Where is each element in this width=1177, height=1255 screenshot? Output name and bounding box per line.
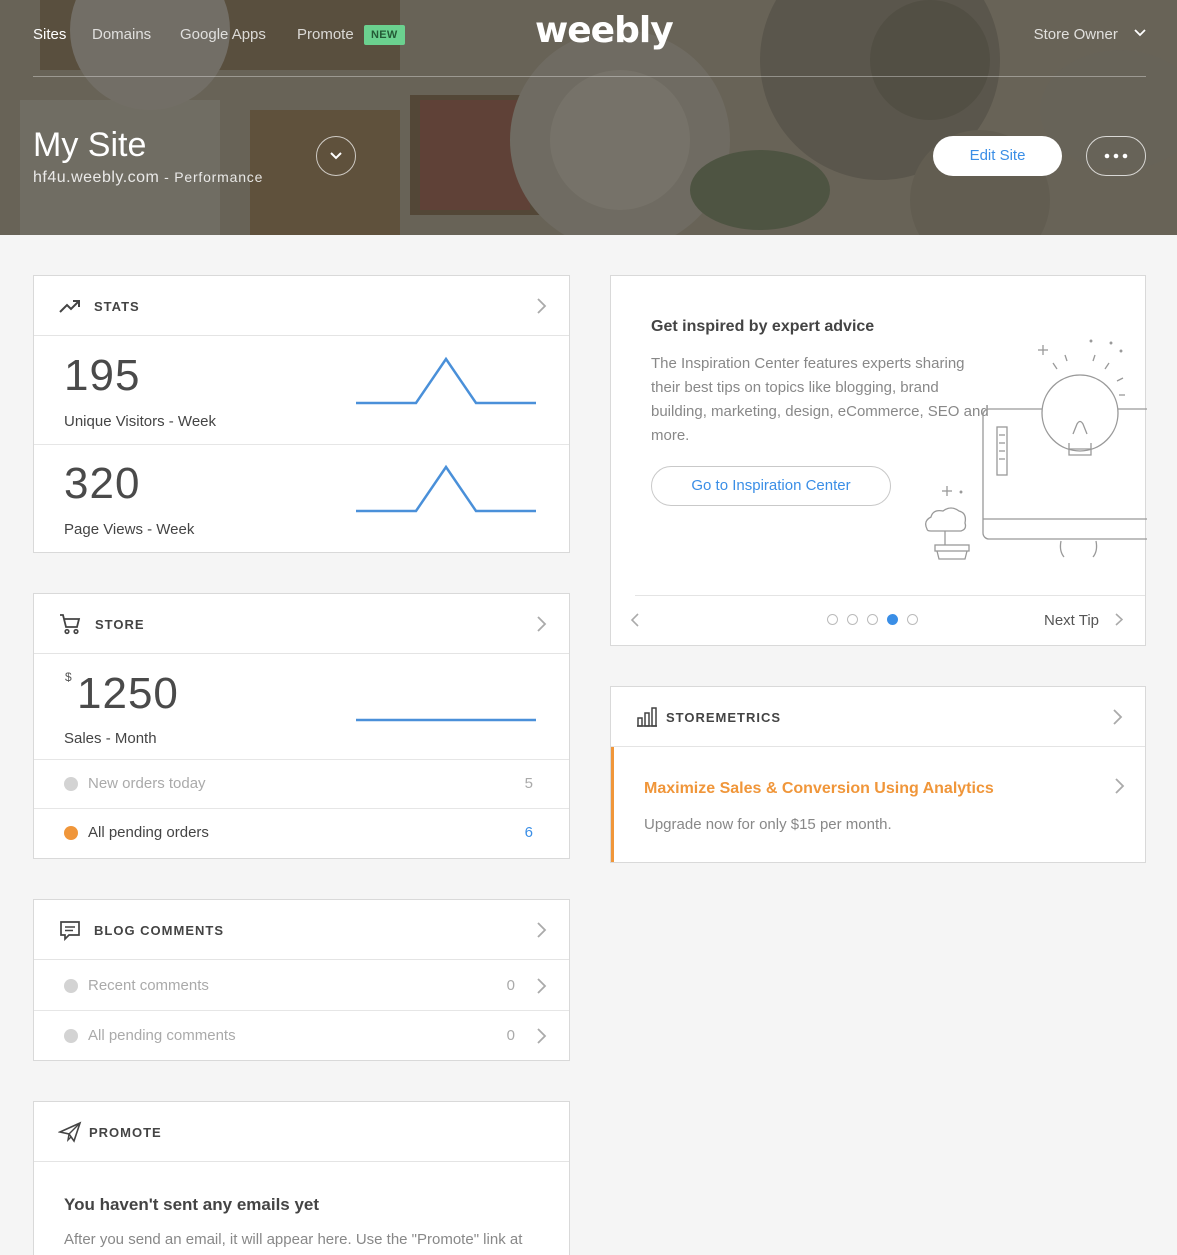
pager-dot[interactable] xyxy=(827,614,838,625)
divider xyxy=(635,595,1145,596)
stats-card-header[interactable]: STATS xyxy=(34,276,569,336)
status-dot xyxy=(64,777,78,791)
sales-sparkline xyxy=(356,718,536,722)
page-views-sparkline xyxy=(356,464,536,513)
pager-dot[interactable] xyxy=(847,614,858,625)
recent-comments-count: 0 xyxy=(506,977,515,994)
currency-symbol: $ xyxy=(65,670,72,684)
shopping-cart-icon xyxy=(60,614,81,635)
status-dot xyxy=(64,826,78,840)
account-menu[interactable]: Store Owner xyxy=(1034,26,1146,43)
chevron-right-icon xyxy=(537,298,547,314)
trending-up-icon xyxy=(59,300,80,313)
site-plan: Performance xyxy=(174,169,264,185)
site-plan-separator: - xyxy=(159,169,175,185)
ellipsis-icon xyxy=(1104,153,1128,159)
store-title: STORE xyxy=(95,617,145,632)
promote-empty-heading: You haven't sent any emails yet xyxy=(64,1195,320,1214)
page-views-value: 320 xyxy=(64,459,141,508)
edit-site-button[interactable]: Edit Site xyxy=(933,136,1062,176)
nav-google-apps[interactable]: Google Apps xyxy=(180,26,266,43)
site-switcher-button[interactable] xyxy=(316,136,356,176)
storemetrics-promo-subtitle: Upgrade now for only $15 per month. xyxy=(644,816,892,833)
site-title: My Site xyxy=(33,126,147,164)
chevron-right-icon xyxy=(1115,778,1125,794)
previous-tip-icon[interactable] xyxy=(630,613,640,627)
chevron-right-icon xyxy=(537,616,547,632)
chevron-right-icon xyxy=(537,922,547,938)
unique-visitors-sparkline xyxy=(356,356,536,405)
bar-chart-icon xyxy=(637,707,657,727)
pending-orders-label: All pending orders xyxy=(88,824,209,841)
chevron-down-icon xyxy=(1134,29,1146,37)
lightbulb-computer-illustration xyxy=(925,339,1147,560)
pager-dot[interactable] xyxy=(907,614,918,625)
inspiration-title: Get inspired by expert advice xyxy=(651,318,875,335)
divider xyxy=(34,444,569,445)
blog-comments-card-header[interactable]: BLOG COMMENTS xyxy=(34,900,569,960)
promote-card-header: PROMOTE xyxy=(34,1102,569,1162)
new-orders-row[interactable]: New orders today 5 xyxy=(34,759,569,809)
unique-visitors-value: 195 xyxy=(64,351,141,400)
store-card: STORE $ 1250 Sales - Month New orders to… xyxy=(33,593,570,859)
comment-icon xyxy=(60,921,80,941)
nav-promote[interactable]: Promote xyxy=(297,26,354,43)
pending-comments-count: 0 xyxy=(506,1027,515,1044)
storemetrics-upgrade-promo[interactable]: Maximize Sales & Conversion Using Analyt… xyxy=(611,747,1145,862)
pending-orders-count: 6 xyxy=(524,824,533,841)
stats-card: STATS 195 Unique Visitors - Week 320 Pag… xyxy=(33,275,570,553)
chevron-down-icon xyxy=(330,152,342,160)
storemetrics-title: STOREMETRICS xyxy=(666,710,782,725)
nav-sites[interactable]: Sites xyxy=(33,26,66,43)
unique-visitors-label: Unique Visitors - Week xyxy=(64,413,217,430)
new-badge: NEW xyxy=(364,25,405,45)
storemetrics-card: STOREMETRICS Maximize Sales & Conversion… xyxy=(610,686,1146,863)
pager-dot[interactable] xyxy=(867,614,878,625)
chevron-right-icon xyxy=(1113,709,1123,725)
site-header-banner: Sites Domains Google Apps Promote NEW we… xyxy=(0,0,1177,235)
account-name: Store Owner xyxy=(1033,26,1118,43)
status-dot xyxy=(64,1029,78,1043)
new-orders-label: New orders today xyxy=(88,775,206,792)
top-navigation: Sites Domains Google Apps Promote NEW we… xyxy=(33,0,1146,77)
site-subtitle: hf4u.weebly.com - Performance xyxy=(33,169,263,187)
chevron-right-icon xyxy=(537,978,547,994)
status-dot xyxy=(64,979,78,993)
blog-comments-title: BLOG COMMENTS xyxy=(94,923,224,938)
pager-dot-active[interactable] xyxy=(887,614,898,625)
inspiration-card: Get inspired by expert advice The Inspir… xyxy=(610,275,1147,646)
nav-domains[interactable]: Domains xyxy=(92,26,151,43)
paper-plane-icon xyxy=(58,1121,82,1143)
pending-comments-label: All pending comments xyxy=(88,1027,236,1044)
page-views-label: Page Views - Week xyxy=(64,521,195,538)
sales-value: 1250 xyxy=(77,669,179,718)
new-orders-count: 5 xyxy=(524,775,533,792)
storemetrics-card-header[interactable]: STOREMETRICS xyxy=(611,687,1145,747)
promote-title: PROMOTE xyxy=(89,1125,162,1140)
more-options-button[interactable] xyxy=(1086,136,1146,176)
pending-comments-row[interactable]: All pending comments 0 xyxy=(34,1011,569,1061)
weebly-logo[interactable]: weebly xyxy=(535,10,674,51)
promote-card: PROMOTE You haven't sent any emails yet … xyxy=(33,1101,570,1255)
site-domain[interactable]: hf4u.weebly.com xyxy=(33,169,159,186)
chevron-right-icon xyxy=(537,1028,547,1044)
go-to-inspiration-center-button[interactable]: Go to Inspiration Center xyxy=(651,466,891,506)
blog-comments-card: BLOG COMMENTS Recent comments 0 All pend… xyxy=(33,899,570,1061)
next-tip-label: Next Tip xyxy=(1044,612,1100,629)
stats-title: STATS xyxy=(94,299,140,314)
promote-empty-text: After you send an email, it will appear … xyxy=(64,1231,523,1248)
next-tip-button[interactable]: Next Tip xyxy=(1044,612,1124,629)
storemetrics-promo-title: Maximize Sales & Conversion Using Analyt… xyxy=(644,780,994,797)
sales-label: Sales - Month xyxy=(64,730,157,747)
chevron-right-icon xyxy=(1115,613,1124,626)
recent-comments-row[interactable]: Recent comments 0 xyxy=(34,961,569,1011)
recent-comments-label: Recent comments xyxy=(88,977,209,994)
pending-orders-row[interactable]: All pending orders 6 xyxy=(34,808,569,858)
store-card-header[interactable]: STORE xyxy=(34,594,569,654)
